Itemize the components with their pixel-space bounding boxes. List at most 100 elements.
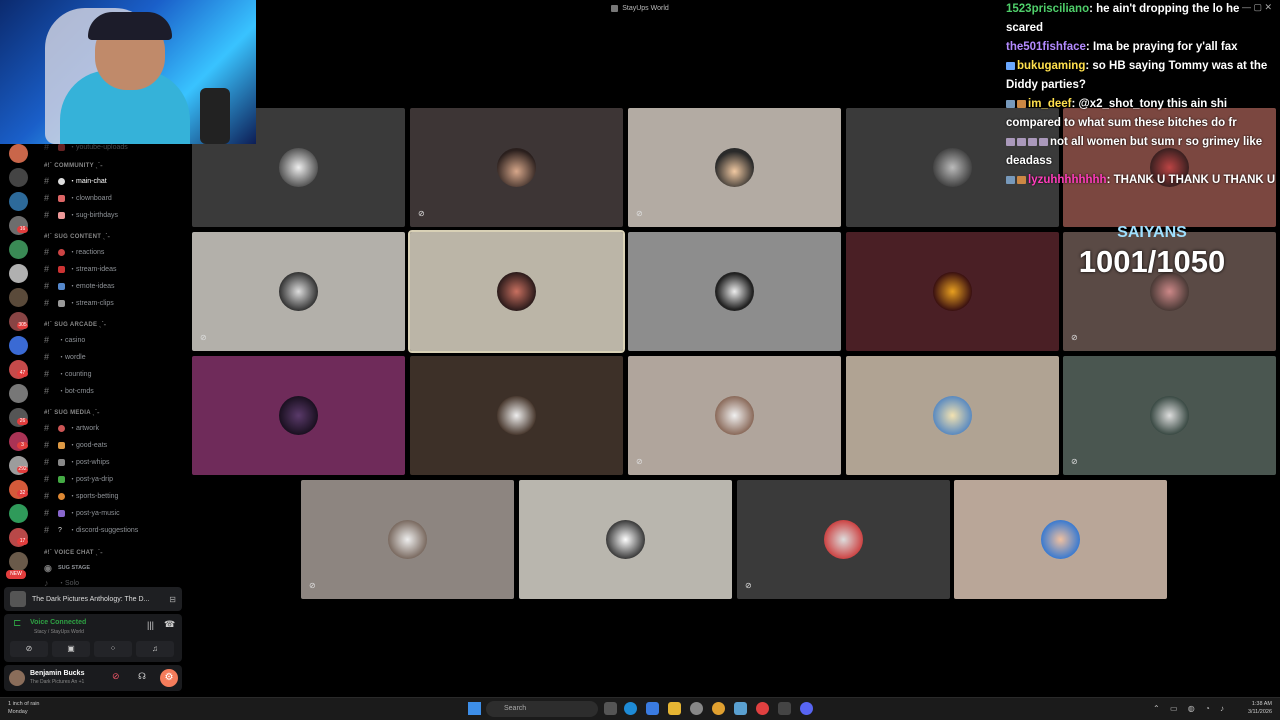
server-icon[interactable]	[9, 240, 28, 259]
signal-icon[interactable]: ⊏	[13, 618, 21, 629]
server-icon[interactable]	[9, 168, 28, 187]
participant-tile[interactable]	[846, 232, 1059, 351]
channel-item[interactable]: # ・sug-birthdays	[44, 208, 184, 222]
channel-item[interactable]: # ・counting	[44, 367, 184, 381]
channel-item-main-chat[interactable]: # ・main-chat	[44, 174, 184, 188]
badge-icon	[1028, 137, 1037, 146]
screen-share-button[interactable]: ▣	[52, 641, 90, 657]
participant-tile[interactable]: ⊘	[628, 108, 841, 227]
weather-day: Monday	[8, 709, 28, 715]
activity-panel[interactable]: The Dark Pictures Anthology: The D... ⊟	[4, 587, 182, 611]
task-view-icon[interactable]	[604, 702, 617, 715]
system-tray[interactable]: ⌃ ▭ ◍ ◔ ♪	[1153, 704, 1228, 713]
shirt-icon	[58, 475, 65, 483]
voice-channel-sug-stage[interactable]: ◉ SUG STAGE	[44, 561, 184, 575]
participant-tile-speaking[interactable]	[408, 230, 625, 353]
camera-button[interactable]: ⊘	[10, 641, 48, 657]
channel-item[interactable]: # ・post-ya-music	[44, 506, 184, 520]
server-icon[interactable]	[9, 264, 28, 283]
menu-icon[interactable]: ⊟	[169, 595, 176, 604]
weather-widget[interactable]: 1 inch of rain Monday	[8, 700, 40, 716]
soundboard-button[interactable]: ♫	[136, 641, 174, 657]
app-icon[interactable]	[778, 702, 791, 715]
discord-taskbar-icon[interactable]	[800, 702, 813, 715]
participant-tile[interactable]	[192, 356, 405, 475]
channel-item[interactable]: # ・good-eats	[44, 438, 184, 452]
participant-tile[interactable]	[954, 480, 1167, 599]
channel-label: ・discord-suggestions	[69, 527, 139, 534]
app-icon[interactable]	[734, 702, 747, 715]
gear-icon[interactable]: ⚙	[160, 669, 178, 687]
category-community[interactable]: #!ˊ COMMUNITY ˎˊ˗	[44, 163, 103, 169]
server-icon[interactable]	[9, 144, 28, 163]
participant-tile[interactable]: ⊘	[192, 232, 405, 351]
channel-label: ・post-ya-drip	[69, 476, 113, 483]
server-icon[interactable]	[9, 192, 28, 211]
voice-channel-name[interactable]: Stacy / StayUps World	[34, 629, 84, 635]
channel-item[interactable]: # ・artwork	[44, 421, 184, 435]
participant-tile[interactable]	[628, 232, 841, 351]
headphones-icon[interactable]: ☊	[138, 671, 146, 682]
disconnect-icon[interactable]: ☎	[164, 619, 175, 630]
file-explorer-icon[interactable]	[668, 702, 681, 715]
avatar	[497, 272, 536, 311]
edge-icon[interactable]	[624, 702, 637, 715]
server-badge: 305	[17, 322, 28, 329]
avatar	[497, 148, 536, 187]
hash-icon: #	[44, 176, 50, 186]
channel-item[interactable]: # ・wordle	[44, 350, 184, 364]
server-icon[interactable]	[9, 288, 28, 307]
server-icon[interactable]	[9, 504, 28, 523]
voice-panel: ⊏ Voice Connected Stacy / StayUps World …	[4, 614, 182, 662]
channel-item[interactable]: # ・post-whips	[44, 455, 184, 469]
channel-item[interactable]: # ・bot-cmds	[44, 384, 184, 398]
activities-button[interactable]: ⁘	[94, 641, 132, 657]
channel-item[interactable]: # ・emote-ideas	[44, 279, 184, 293]
channel-item[interactable]: # ・sports-betting	[44, 489, 184, 503]
participant-tile[interactable]	[410, 356, 623, 475]
channel-item[interactable]: # ・reactions	[44, 245, 184, 259]
participant-tile[interactable]	[846, 356, 1059, 475]
category-sug-media[interactable]: #!ˊ SUG MEDIA ˎˊ˗	[44, 410, 100, 416]
channel-item[interactable]: #? ・discord-suggestions	[44, 523, 184, 537]
discord-icon	[611, 4, 619, 12]
settings-icon[interactable]	[690, 702, 703, 715]
badge-icon	[1017, 137, 1026, 146]
channel-item[interactable]: # ・stream-clips	[44, 296, 184, 310]
badge-icon	[1017, 99, 1026, 108]
avatar	[606, 520, 645, 559]
participant-tile[interactable]: ⊘	[737, 480, 950, 599]
sub-goal-title: SAIYANS	[1117, 224, 1187, 241]
chat-message: 1523prisciliano: he ain't dropping the l…	[1006, 3, 1240, 34]
hash-icon: #	[44, 491, 50, 501]
channel-item[interactable]: # ・casino	[44, 333, 184, 347]
participant-tile[interactable]: ⊘	[628, 356, 841, 475]
participant-tile[interactable]: ⊘	[410, 108, 623, 227]
chrome-icon[interactable]	[712, 702, 725, 715]
server-icon[interactable]	[9, 336, 28, 355]
noise-suppression-icon[interactable]: |||	[147, 620, 154, 630]
server-icon[interactable]	[9, 384, 28, 403]
channel-label: ・sug-birthdays	[69, 212, 119, 219]
avatar[interactable]	[9, 670, 25, 686]
channel-label: ・counting	[58, 371, 92, 378]
palette-icon	[58, 424, 65, 432]
participant-tile[interactable]	[519, 480, 732, 599]
windows-start-icon[interactable]	[468, 702, 481, 715]
participant-tile[interactable]: ⊘	[301, 480, 514, 599]
copilot-icon[interactable]	[646, 702, 659, 715]
category-sug-arcade[interactable]: #!ˊ SUG ARCADE ˎˊ˗	[44, 322, 106, 328]
server-icon[interactable]	[9, 552, 28, 571]
channel-item[interactable]: # ・post-ya-drip	[44, 472, 184, 486]
search-input[interactable]: Search	[486, 701, 598, 717]
channel-item[interactable]: # ・stream-ideas	[44, 262, 184, 276]
clock[interactable]: 1:38 AM 3/11/2026	[1248, 700, 1272, 716]
obs-icon[interactable]	[756, 702, 769, 715]
category-voice-chat[interactable]: #!ˊ VOICE CHAT ˎˊ˗	[44, 550, 103, 556]
channel-item[interactable]: # ・clownboard	[44, 191, 184, 205]
category-sug-content[interactable]: #!ˊ SUG CONTENT ˎˊ˗	[44, 234, 110, 240]
mic-muted-icon[interactable]: ⊘	[112, 671, 120, 682]
participant-tile[interactable]: ⊘	[1063, 356, 1276, 475]
food-icon	[58, 441, 65, 449]
avatar	[279, 148, 318, 187]
